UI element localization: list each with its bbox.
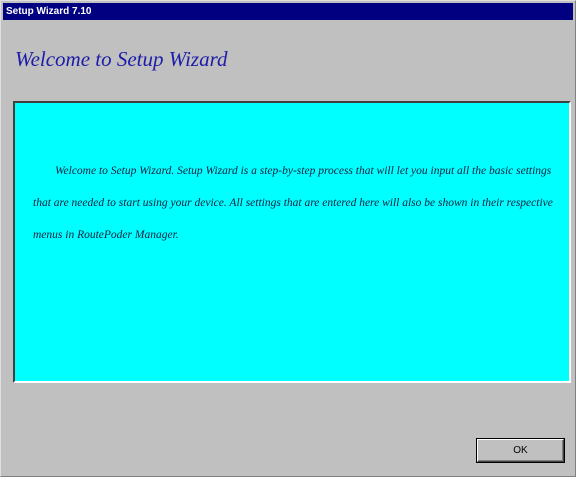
page-heading: Welcome to Setup Wizard [15,47,228,71]
welcome-panel: Welcome to Setup Wizard. Setup Wizard is… [13,101,571,383]
welcome-text: Welcome to Setup Wizard. Setup Wizard is… [33,165,553,241]
title-bar[interactable]: Setup Wizard 7.10 [3,3,573,20]
setup-wizard-window: Setup Wizard 7.10 Welcome to Setup Wizar… [0,0,576,477]
ok-button[interactable]: OK [477,439,564,462]
window-title: Setup Wizard 7.10 [6,6,92,17]
